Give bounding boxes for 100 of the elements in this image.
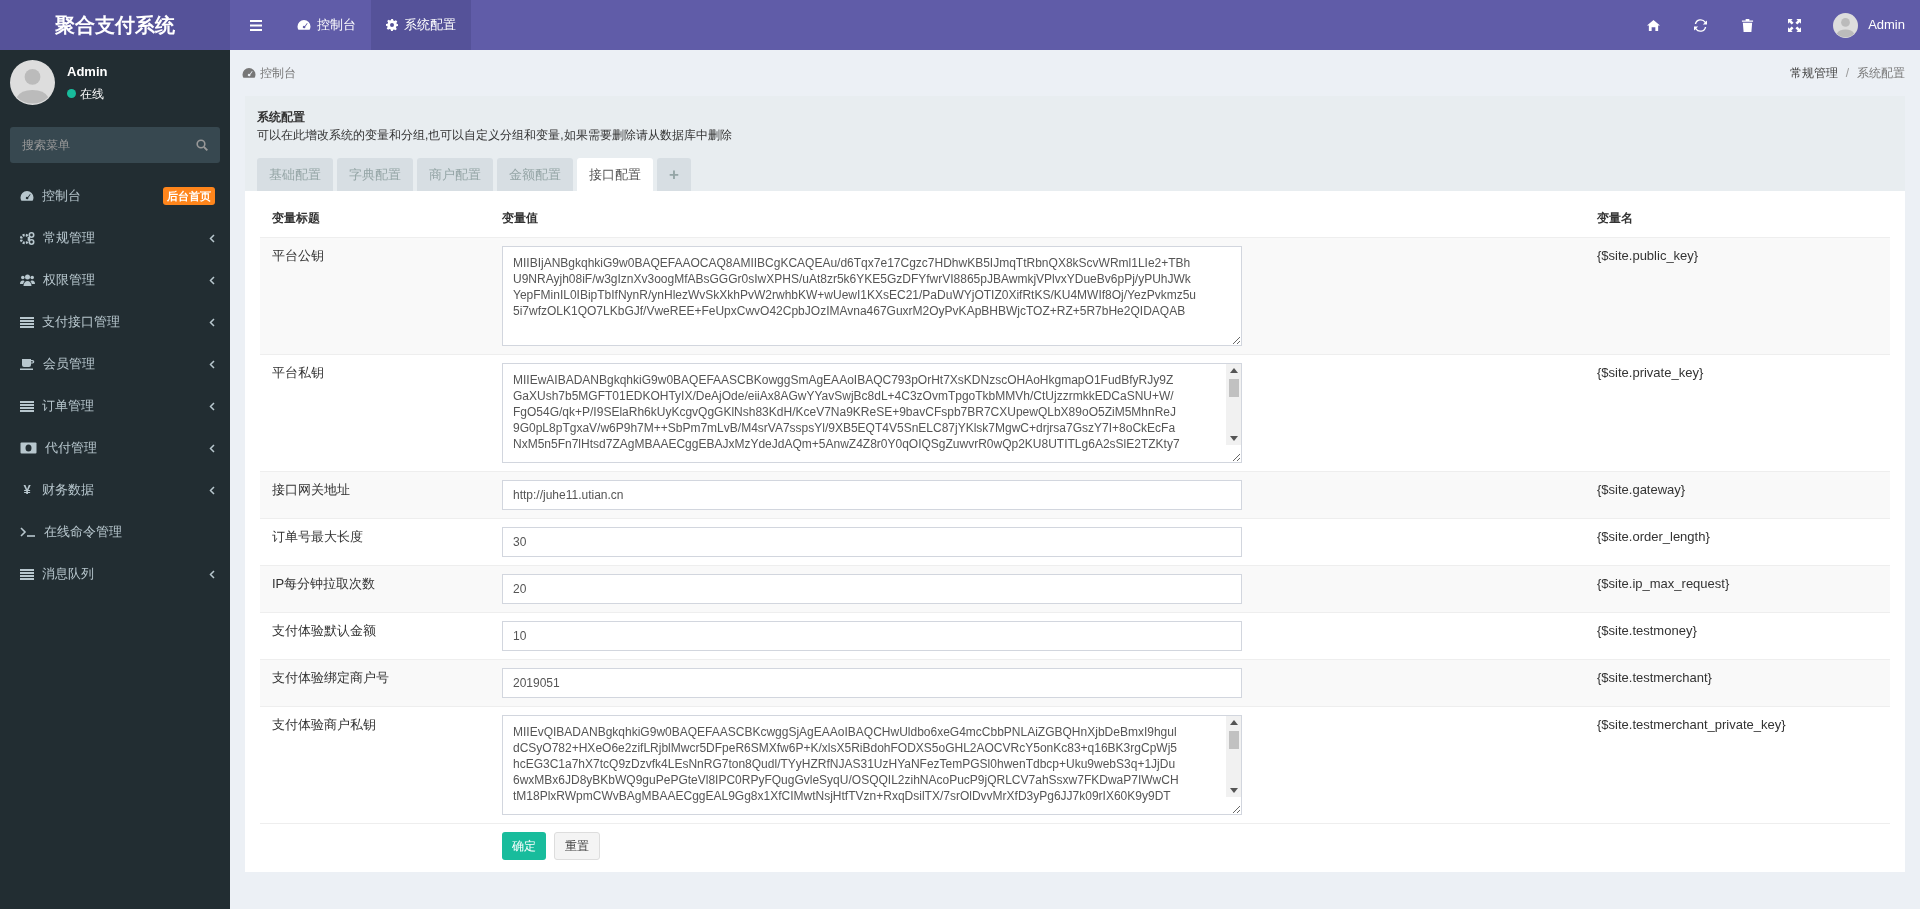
user-avatar <box>10 60 55 105</box>
cup-icon <box>20 358 35 370</box>
breadcrumb-separator: / <box>1845 65 1849 82</box>
refresh-icon[interactable] <box>1694 18 1708 32</box>
value-input[interactable]: 20 <box>502 574 1242 604</box>
scroll-up-icon[interactable] <box>1229 368 1238 373</box>
user-status: 在线 <box>80 85 104 103</box>
variable-name: {$site.private_key} <box>1597 365 1704 380</box>
chevron-left-icon <box>209 317 215 327</box>
variable-title: 支付体验默认金额 <box>272 623 376 638</box>
variable-title: 平台私钥 <box>272 365 324 380</box>
scrollbar-thumb[interactable] <box>1228 379 1239 397</box>
variable-title: 支付体验商户私钥 <box>272 717 376 732</box>
menu-label: 消息队列 <box>42 565 94 584</box>
page-title: 控制台 <box>260 65 296 82</box>
chevron-left-icon <box>209 569 215 579</box>
dashboard-icon <box>297 19 311 31</box>
scroll-down-icon[interactable] <box>1229 788 1238 793</box>
menu-label: 常规管理 <box>43 229 95 248</box>
chevron-left-icon <box>209 485 215 495</box>
sidebar-item[interactable]: 在线命令管理 <box>0 511 230 553</box>
column-header: 变量值 <box>502 211 538 225</box>
variable-title: 平台公钥 <box>272 248 324 263</box>
yen-icon: ¥ <box>20 480 34 500</box>
menu-label: 订单管理 <box>42 397 94 416</box>
top-nav-tab[interactable]: 控制台 <box>282 0 371 50</box>
trash-icon[interactable] <box>1741 18 1755 32</box>
value-input[interactable]: 30 <box>502 527 1242 557</box>
search-icon[interactable] <box>196 139 208 151</box>
column-header: 变量标题 <box>272 211 320 225</box>
top-nav-tab[interactable]: 系统配置 <box>371 0 471 50</box>
menu-label: 财务数据 <box>42 481 94 500</box>
gear-icon <box>386 19 398 31</box>
menu-label: 支付接口管理 <box>42 313 120 332</box>
user-avatar <box>1833 12 1859 38</box>
scrollbar[interactable] <box>1226 716 1241 797</box>
value-input[interactable]: http://juhe11.utian.cn <box>502 480 1242 510</box>
status-dot-icon <box>67 89 76 98</box>
reset-button[interactable]: 重置 <box>554 832 600 860</box>
scrollbar[interactable] <box>1226 364 1241 445</box>
menu-badge: 后台首页 <box>163 186 215 206</box>
search-field[interactable]: 搜索菜单 <box>10 127 220 163</box>
fullscreen-icon[interactable] <box>1788 18 1802 32</box>
variable-title: 订单号最大长度 <box>272 529 363 544</box>
list-icon <box>20 316 34 328</box>
menu-label: 代付管理 <box>45 439 97 458</box>
variable-name: {$site.public_key} <box>1597 248 1699 263</box>
banknote-icon <box>20 442 37 454</box>
variable-name: {$site.gateway} <box>1597 482 1686 497</box>
variable-name: {$site.testmoney} <box>1597 623 1697 638</box>
home-icon[interactable] <box>1647 18 1661 32</box>
user-name: Admin <box>67 63 108 81</box>
sidebar-item[interactable]: 会员管理 <box>0 343 230 385</box>
sidebar-item[interactable]: ¥ 财务数据 <box>0 469 230 511</box>
list-icon <box>20 568 34 580</box>
sidebar-item[interactable]: 消息队列 <box>0 553 230 595</box>
breadcrumb-item: 系统配置 <box>1857 65 1905 82</box>
chevron-left-icon <box>209 233 215 243</box>
chevron-left-icon <box>209 401 215 411</box>
panel-title: 系统配置 <box>257 109 306 126</box>
variable-name: {$site.testmerchant} <box>1597 670 1712 685</box>
column-header: 变量名 <box>1597 211 1633 225</box>
chevron-left-icon <box>209 275 215 285</box>
value-input[interactable]: 10 <box>502 621 1242 651</box>
variable-name: {$site.ip_max_request} <box>1597 576 1730 591</box>
dashboard-icon <box>242 67 256 79</box>
sidebar-item[interactable]: 代付管理 <box>0 427 230 469</box>
menu-label: 权限管理 <box>43 271 95 290</box>
chevron-left-icon <box>209 443 215 453</box>
variable-name: {$site.testmerchant_private_key} <box>1597 717 1786 732</box>
sidebar-item[interactable]: 权限管理 <box>0 259 230 301</box>
menu-label: 会员管理 <box>43 355 95 374</box>
chevron-left-icon <box>209 359 215 369</box>
panel-description: 可以在此增改系统的变量和分组,也可以自定义分组和变量,如果需要删除请从数据库中删除 <box>257 127 733 144</box>
sidebar-item[interactable]: 控制台 后台首页 <box>0 175 230 217</box>
breadcrumb-item[interactable]: 常规管理 <box>1789 64 1838 82</box>
variable-title: 接口网关地址 <box>272 482 350 497</box>
list-icon <box>20 400 34 412</box>
variable-title: 支付体验绑定商户号 <box>272 670 389 685</box>
dashboard-icon <box>20 190 34 202</box>
variable-title: IP每分钟拉取次数 <box>272 576 376 591</box>
value-textarea[interactable]: MIIEwAIBADANBgkqhkiG9w0BAQEFAASCBKowggSmAgEAAoIBAQC793pOrHt7XsKDNzscOHAoHkgmapO1FudBfyRJy9Z GaXUsh7b5MGFT01EDKOHTyIX/DeAjOde/eiiAx8AGwYYavSwjBc8dL+4C3zOvmTpgoTkbMMVh/CtUjzzrmkkEDCaSNU+W/ FgO54G/qk+P/I9SElaRh6kUyKcgvQgGKlNsh83KdH/KceV7Na9KReSE+9bavCFspb7BR7CXUpewQLbX89oO5ZiM5MhnReJ 9G0pL8pTgxaV/w6P9h7M++SbPm7mLvB/M4srVA7sspsYl/9XB5EQT4V5SnELC87jYKlsk7MgwC+drjrsa7GszY7I+8oCkEcFa NxM5n5Fn7lHtsd7ZAgMBAAECggEBAJxMzYdeJdAQm+5AnwZ4Z8r0Y0qOIQSgZuwvrR0wQp2KU8UTITLg6A2sSlE2TZKty7 <box>502 363 1242 463</box>
config-tab[interactable]: 接口配置 <box>577 158 653 191</box>
value-textarea[interactable]: MIIBIjANBgkqhkiG9w0BAQEFAAOCAQ8AMIIBCgKCAQEAu/d6Tqx7e17Cgzc7HDhwKB5IJmqTtRbnQX8kScvWRml1LIe2+TBh U9NRAyjh08iF/w3gIznXv3oogMfABsGGGr0sIwXPHS/uAt8zr5k6YKE5GzDFYfwrVI8865pJBAwmkjVPlvxYDueBv6pPj/yPUhJWk YepFMinIL0IBipTbIfNynR/ynHlezWvSkXkhPvW2rwhbKW+wUewI1KXsEC21/PaDuWYjOTIZ0XifRtKS/KU4MWIf8Oj/YezPvkmz5u 5i7wfzOLK1QO7LKbGJf/VweREE+FeUpxCwvO42CpbJOzIMAvna467GuxrM2OyPvKApBHBWjcTOZ+RZ+5R7bHe2QIDAQAB <box>502 246 1242 346</box>
value-textarea[interactable]: MIIEvQIBADANBgkqhkiG9w0BAQEFAASCBKcwggSjAgEAAoIBAQCHwUldbo6xeG4mcCbbPNLAiZGBQHnXjbDeBmxI9hgul dCSyO782+HXeO6e2zifLRjblMwcr5DFpeR6SMXfw6P+K/xlsX5RiBdohFODXS5oGHL2AOCVRcY5onKc83+q16BK3rgCpWj5 hcEG3C1a7hX7tcQ9zDzvfk4LEsNnRG7ton8Qudl/TYyHZRfNJAS31UzHYaNFezTemPGSl0hwenTdbcp+Uku9webS3q+1JjDu 6wxMBx6JD8yBKbWQ9guPePGteVl8IPC0RPyFQugGvleSyqU/OSQQIL2zihNAcoPucP9jQRLCV7ahSsxw7FKDwaP7IWwCH tM18PlxRWpmCWvBAgMBAAECggEAL9Gg8x1XfCIMwtNsjHtfTVzn+RxqDsilTX/7srOlDvvMrXfD3yPg6JJ7k09rIX60K9y9DT <box>502 715 1242 815</box>
app-title: 聚合支付系统 <box>55 13 175 38</box>
terminal-icon <box>20 526 36 538</box>
users-icon <box>20 274 35 286</box>
scroll-up-icon[interactable] <box>1229 720 1238 725</box>
menu-label: 在线命令管理 <box>44 523 122 542</box>
scroll-down-icon[interactable] <box>1229 436 1238 441</box>
sidebar-item[interactable]: 支付接口管理 <box>0 301 230 343</box>
gears-icon <box>20 231 35 245</box>
menu-label: 控制台 <box>42 187 81 206</box>
variable-name: {$site.order_length} <box>1597 529 1710 544</box>
sidebar-item[interactable]: 常规管理 <box>0 217 230 259</box>
scrollbar-thumb[interactable] <box>1228 731 1239 749</box>
value-input[interactable]: 2019051 <box>502 668 1242 698</box>
user-name[interactable]: Admin <box>1868 15 1905 35</box>
sidebar-item[interactable]: 订单管理 <box>0 385 230 427</box>
